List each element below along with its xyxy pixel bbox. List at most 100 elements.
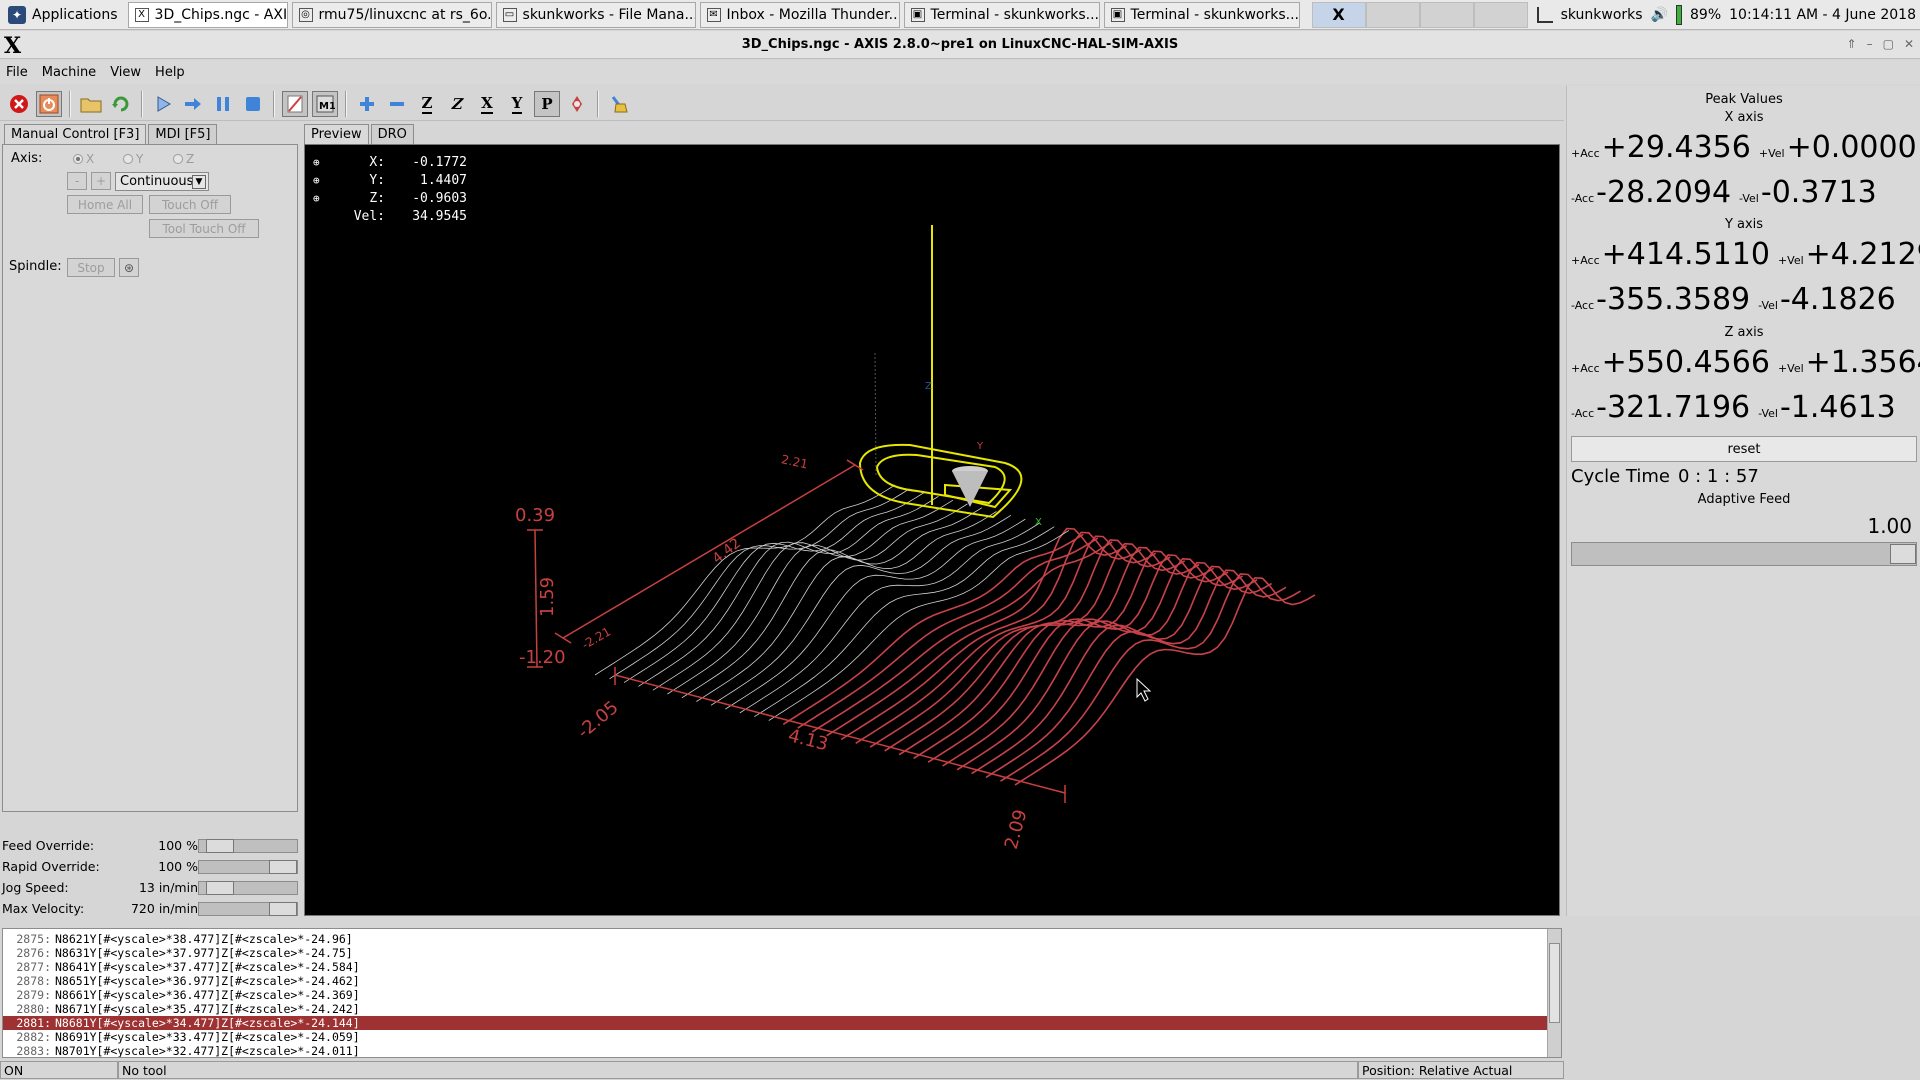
reset-button[interactable]: reset [1571, 436, 1917, 462]
gcode-line-active[interactable]: 2881: N8681Y[#<yscale>*34.477]Z[#<zscale>… [3, 1016, 1547, 1030]
run-icon [157, 95, 171, 112]
window-title: 3D_Chips.ngc - AXIS 2.8.0~pre1 on LinuxC… [741, 37, 1179, 52]
menu-help[interactable]: Help [155, 65, 185, 80]
system-tray: skunkworks 🔊 89% 10:14:11 AM - 4 June 20… [1536, 4, 1920, 25]
jog-speed-slider[interactable] [198, 881, 298, 895]
toolpath-preview[interactable]: Z Y X 0.39 1.59 -1.20 -2.05 4.13 2.09 4.… [304, 144, 1560, 916]
applications-menu[interactable]: ✦ Applications [0, 0, 126, 30]
max-velocity-slider[interactable] [198, 902, 298, 916]
label: -Vel [1758, 407, 1778, 420]
home-all-button[interactable]: Home All [67, 195, 143, 214]
clock[interactable]: 10:14:11 AM - 4 June 2018 [1729, 7, 1916, 23]
gcode-line[interactable]: 2878: N8651Y[#<yscale>*36.977]Z[#<zscale>… [3, 974, 1547, 988]
slider-handle[interactable] [206, 839, 234, 853]
gcode-scrollbar[interactable] [1547, 929, 1561, 1057]
shade-icon[interactable]: ⇑ [1847, 37, 1857, 51]
pause-button[interactable] [210, 91, 236, 117]
task-terminal-2[interactable]: ▣ Terminal - skunkworks... [1103, 1, 1300, 28]
slider-handle[interactable] [206, 881, 234, 895]
label: -Vel [1758, 299, 1778, 312]
toolbar: M1 Z Z X Y P [0, 87, 1564, 121]
axis-x-marker: X [1035, 517, 1042, 528]
zoom-in-button[interactable] [354, 91, 380, 117]
tool-touch-off-button[interactable]: Tool Touch Off [149, 219, 259, 238]
workspace-2[interactable] [1365, 1, 1420, 28]
menu-view[interactable]: View [110, 65, 141, 80]
user-label[interactable]: skunkworks [1561, 7, 1643, 23]
max-velocity: Max Velocity: 720 in/min [2, 899, 298, 919]
view-x-button[interactable]: X [474, 91, 500, 117]
rapid-override-slider[interactable] [198, 860, 298, 874]
open-file-button[interactable] [78, 91, 104, 117]
scrollbar-thumb[interactable] [1549, 943, 1560, 1023]
reload-button[interactable] [108, 91, 134, 117]
gcode-line[interactable]: 2883: N8701Y[#<yscale>*32.477]Z[#<zscale>… [3, 1044, 1547, 1057]
radio-dot [123, 154, 133, 164]
optional-stop-button[interactable]: M1 [312, 90, 338, 117]
window-titlebar[interactable]: X 3D_Chips.ngc - AXIS 2.8.0~pre1 on Linu… [0, 31, 1920, 59]
battery-icon[interactable] [1676, 4, 1682, 25]
adaptive-feed-slider[interactable] [1571, 542, 1917, 566]
minimize-icon[interactable]: – [1867, 37, 1873, 51]
maximize-icon[interactable]: ▢ [1883, 37, 1894, 51]
axis-radio-x[interactable]: X [73, 152, 94, 166]
menu-file[interactable]: File [6, 65, 28, 80]
clear-plot-button[interactable] [606, 91, 632, 117]
jog-minus-button[interactable]: - [67, 172, 87, 190]
close-icon[interactable]: ✕ [1904, 37, 1914, 51]
task-file-manager[interactable]: ▭ skunkworks - File Mana... [495, 1, 696, 28]
gcode-line[interactable]: 2875: N8621Y[#<yscale>*38.477]Z[#<zscale>… [3, 932, 1547, 946]
workspace-4[interactable] [1473, 1, 1528, 28]
workspace-pager[interactable]: X [1311, 1, 1528, 28]
homed-icon: ⊕ [313, 173, 320, 187]
rapid-dashed-line [874, 352, 877, 476]
touch-off-button[interactable]: Touch Off [149, 195, 231, 214]
view-y-button[interactable]: Y [504, 91, 530, 117]
block-delete-button[interactable] [282, 90, 308, 117]
axis-radio-y[interactable]: Y [123, 152, 143, 166]
z-pos-vel: +1.3564 [1805, 345, 1920, 380]
toolbar-separator [597, 90, 599, 117]
tab-dro[interactable]: DRO [370, 124, 414, 144]
spindle-stop-button[interactable]: Stop [67, 258, 115, 277]
gcode-line[interactable]: 2879: N8661Y[#<yscale>*36.477]Z[#<zscale>… [3, 988, 1547, 1002]
workspace-3[interactable] [1419, 1, 1474, 28]
view-z-button[interactable]: Z [414, 91, 440, 117]
step-button[interactable] [180, 91, 206, 117]
slider-handle[interactable] [269, 860, 297, 874]
task-thunderbird[interactable]: ✉ Inbox - Mozilla Thunder... [699, 1, 900, 28]
view-p-button[interactable]: P [534, 90, 560, 117]
zoom-out-button[interactable] [384, 91, 410, 117]
rotate-view-button[interactable] [564, 91, 590, 117]
x-pos-acc: +29.4356 [1601, 130, 1751, 165]
tab-mdi[interactable]: MDI [F5] [148, 124, 218, 144]
view-z2-button[interactable]: Z [444, 91, 470, 117]
stop-button[interactable] [240, 91, 266, 117]
menu-machine[interactable]: Machine [42, 65, 96, 80]
x-neg-acc: -28.2094 [1596, 175, 1732, 210]
network-icon[interactable] [1536, 6, 1553, 23]
task-browser[interactable]: ◎ rmu75/linuxcnc at rs_6o... [291, 1, 492, 28]
tab-manual-control[interactable]: Manual Control [F3] [4, 124, 147, 144]
axis-radio-z[interactable]: Z [173, 152, 194, 166]
slider-handle[interactable] [269, 902, 297, 916]
gcode-line[interactable]: 2876: N8631Y[#<yscale>*37.977]Z[#<zscale>… [3, 946, 1547, 960]
slider-handle[interactable] [1890, 544, 1916, 564]
workspace-1[interactable]: X [1311, 1, 1366, 28]
spindle-brake-button[interactable]: ⊛ [119, 258, 139, 277]
machine-power-button[interactable] [36, 90, 62, 117]
gcode-text: N8651Y[#<yscale>*36.977]Z[#<zscale>*-24.… [55, 974, 360, 988]
gcode-line[interactable]: 2882: N8691Y[#<yscale>*33.477]Z[#<zscale>… [3, 1030, 1547, 1044]
jog-mode-select[interactable]: Continuous ▼ [115, 172, 209, 191]
task-axis[interactable]: X 3D_Chips.ngc - AXIS 2.8... [127, 1, 288, 28]
tab-preview[interactable]: Preview [304, 124, 369, 144]
estop-button[interactable] [6, 91, 32, 117]
run-button[interactable] [150, 91, 176, 117]
gcode-line[interactable]: 2877: N8641Y[#<yscale>*37.477]Z[#<zscale>… [3, 960, 1547, 974]
feed-override-slider[interactable] [198, 839, 298, 853]
task-terminal-1[interactable]: ▣ Terminal - skunkworks... [903, 1, 1100, 28]
gcode-listing[interactable]: 2875: N8621Y[#<yscale>*38.477]Z[#<zscale>… [2, 928, 1562, 1058]
jog-plus-button[interactable]: + [91, 172, 111, 190]
volume-icon[interactable]: 🔊 [1651, 7, 1668, 23]
gcode-line[interactable]: 2880: N8671Y[#<yscale>*35.477]Z[#<zscale>… [3, 1002, 1547, 1016]
